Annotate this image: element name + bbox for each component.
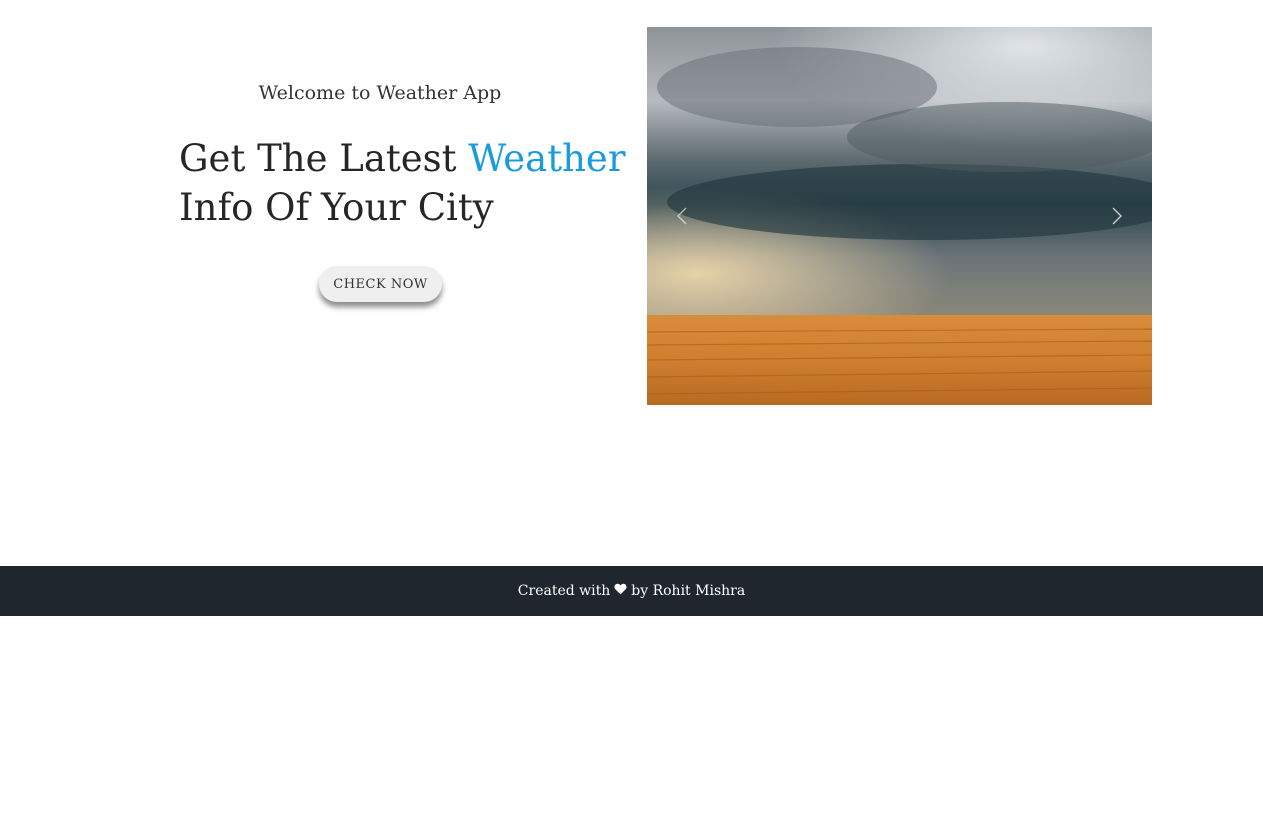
storm-over-wheat-field-photo <box>647 27 1152 405</box>
heart-icon <box>614 583 627 599</box>
headline-part-1: Get The Latest <box>179 137 469 180</box>
hero-headline: Get The Latest Weather Info Of Your City <box>179 134 626 232</box>
chevron-right-icon <box>1112 207 1122 225</box>
carousel-prev-button[interactable] <box>647 27 717 405</box>
image-carousel <box>647 27 1152 405</box>
headline-accent: Weather <box>468 137 626 180</box>
footer-author: by Rohit Mishra <box>631 583 746 599</box>
carousel-next-button[interactable] <box>1082 27 1152 405</box>
chevron-left-icon <box>677 207 687 225</box>
check-now-button[interactable]: CHECK NOW <box>319 266 442 302</box>
page: Welcome to Weather App Get The Latest We… <box>0 0 1263 827</box>
footer-prefix: Created with <box>517 583 611 599</box>
headline-part-2: Info Of Your City <box>179 186 494 229</box>
footer: Created with by Rohit Mishra <box>0 566 1263 616</box>
welcome-text: Welcome to Weather App <box>258 82 502 104</box>
